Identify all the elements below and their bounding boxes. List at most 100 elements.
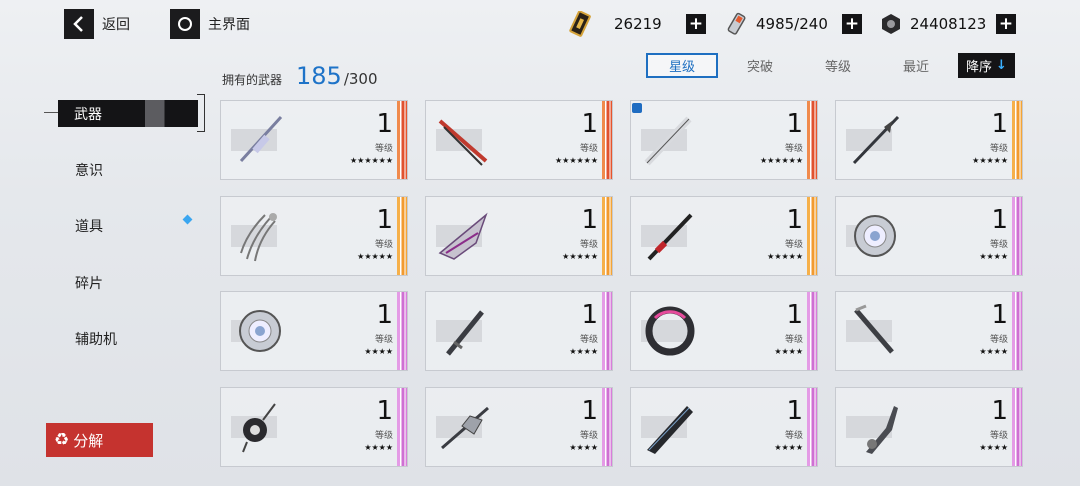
weapon-art-icon bbox=[242, 403, 276, 453]
weapon-level-label: 等级 bbox=[989, 240, 1008, 250]
sidebar-indicator-line bbox=[44, 112, 58, 113]
sidebar-item-fragments[interactable]: 碎片 bbox=[75, 273, 103, 293]
weapon-stars: ★★★★ bbox=[774, 347, 803, 356]
new-indicator-icon bbox=[182, 214, 193, 225]
back-label: 返回 bbox=[102, 17, 130, 33]
weapon-level: 1 bbox=[991, 109, 1008, 139]
coin-value: 24408123 bbox=[910, 15, 987, 33]
weapon-stars: ★★★★ bbox=[364, 443, 393, 452]
weapon-level: 1 bbox=[786, 396, 803, 426]
weapon-art-icon bbox=[441, 406, 489, 450]
weapon-stars: ★★★★★ bbox=[562, 252, 598, 261]
weapon-stars: ★★★★★★ bbox=[759, 156, 803, 165]
rarity-stripe bbox=[807, 101, 817, 179]
chevron-left-icon bbox=[64, 9, 94, 39]
weapon-level-label: 等级 bbox=[579, 144, 598, 154]
weapon-card[interactable]: 1 等级 ★★★★ bbox=[835, 387, 1023, 467]
weapon-card[interactable]: 1 等级 ★★★★★★ bbox=[425, 100, 613, 180]
weapon-level-label: 等级 bbox=[579, 431, 598, 441]
weapon-card[interactable]: 1 等级 ★★★★★★ bbox=[220, 100, 408, 180]
weapon-level-label: 等级 bbox=[374, 431, 393, 441]
home-ring-icon bbox=[170, 9, 200, 39]
owned-count: 185 bbox=[296, 62, 342, 90]
back-button[interactable]: 返回 bbox=[64, 9, 130, 39]
sidebar-active-bracket bbox=[197, 94, 205, 132]
weapon-level-label: 等级 bbox=[579, 240, 598, 250]
add-coin-button[interactable]: + bbox=[996, 14, 1016, 34]
weapon-art-icon bbox=[438, 119, 488, 166]
rarity-stripe bbox=[602, 197, 612, 275]
add-battery-button[interactable]: + bbox=[842, 14, 862, 34]
rarity-stripe bbox=[807, 388, 817, 466]
dismantle-button[interactable]: ♻ 分解 bbox=[46, 423, 153, 457]
weapon-card[interactable]: 1 等级 ★★★★ bbox=[835, 291, 1023, 371]
rarity-stripe bbox=[602, 101, 612, 179]
weapon-level-label: 等级 bbox=[374, 144, 393, 154]
rarity-stripe bbox=[602, 388, 612, 466]
weapon-card[interactable]: 1 等级 ★★★★ bbox=[220, 387, 408, 467]
battery-icon bbox=[724, 11, 750, 37]
weapon-card[interactable]: 1 等级 ★★★★★★ bbox=[630, 100, 818, 180]
rarity-stripe bbox=[807, 292, 817, 370]
weapon-card[interactable]: 1 等级 ★★★★★ bbox=[220, 196, 408, 276]
weapon-card[interactable]: 1 等级 ★★★★ bbox=[630, 387, 818, 467]
recycle-icon: ♻ bbox=[54, 430, 70, 450]
coin-icon bbox=[878, 11, 904, 37]
rarity-stripe bbox=[807, 197, 817, 275]
rarity-stripe bbox=[1012, 292, 1022, 370]
ticket-value: 26219 bbox=[614, 15, 662, 33]
weapon-art-icon bbox=[854, 304, 894, 354]
weapon-stars: ★★★★ bbox=[979, 443, 1008, 452]
sidebar-item-support[interactable]: 辅助机 bbox=[75, 329, 117, 349]
sort-tab-stars[interactable]: 星级 bbox=[646, 53, 718, 78]
rarity-stripe bbox=[397, 197, 407, 275]
weapon-level-label: 等级 bbox=[784, 431, 803, 441]
sort-order-button[interactable]: 降序 ↓ bbox=[958, 53, 1015, 78]
lock-icon bbox=[632, 103, 642, 113]
weapon-art-icon bbox=[854, 215, 896, 257]
rarity-stripe bbox=[1012, 197, 1022, 275]
weapon-card[interactable]: 1 等级 ★★★★ bbox=[425, 291, 613, 371]
sort-tab-breakthrough[interactable]: 突破 bbox=[724, 53, 796, 78]
sidebar-item-items[interactable]: 道具 bbox=[75, 216, 103, 236]
sort-order-label: 降序 bbox=[966, 60, 993, 75]
weapon-card[interactable]: 1 等级 ★★★★ bbox=[220, 291, 408, 371]
owned-count-display: 拥有的武器 185 /300 bbox=[222, 62, 378, 90]
weapon-card[interactable]: 1 等级 ★★★★★ bbox=[835, 100, 1023, 180]
home-button[interactable]: 主界面 bbox=[170, 9, 250, 39]
ticket-icon bbox=[568, 11, 594, 37]
sidebar-item-memory[interactable]: 意识 bbox=[75, 160, 103, 180]
weapon-level: 1 bbox=[991, 300, 1008, 330]
weapon-art-icon bbox=[239, 115, 283, 163]
weapon-level: 1 bbox=[991, 205, 1008, 235]
weapon-level: 1 bbox=[581, 396, 598, 426]
arrow-down-icon: ↓ bbox=[996, 58, 1007, 73]
weapon-level: 1 bbox=[991, 396, 1008, 426]
weapon-stars: ★★★★★ bbox=[972, 156, 1008, 165]
add-ticket-button[interactable]: + bbox=[686, 14, 706, 34]
weapon-stars: ★★★★ bbox=[569, 443, 598, 452]
weapon-card[interactable]: 1 等级 ★★★★★ bbox=[425, 196, 613, 276]
rarity-stripe bbox=[1012, 101, 1022, 179]
resource-battery: 4985/240 bbox=[724, 10, 828, 38]
weapon-level-label: 等级 bbox=[374, 240, 393, 250]
sort-tab-recent[interactable]: 最近 bbox=[880, 53, 952, 78]
rarity-stripe bbox=[397, 292, 407, 370]
sidebar-item-label: 武器 bbox=[74, 106, 102, 123]
dismantle-label: 分解 bbox=[73, 431, 104, 450]
weapon-card[interactable]: 1 等级 ★★★★★ bbox=[630, 196, 818, 276]
weapon-card[interactable]: 1 等级 ★★★★ bbox=[835, 196, 1023, 276]
weapon-stars: ★★★★★ bbox=[357, 252, 393, 261]
weapon-level: 1 bbox=[376, 300, 393, 330]
weapon-art-icon bbox=[446, 310, 484, 356]
weapon-stars: ★★★★★★ bbox=[554, 156, 598, 165]
weapon-art-icon bbox=[852, 115, 900, 165]
weapon-art-icon bbox=[647, 406, 693, 454]
weapon-stars: ★★★★★ bbox=[767, 252, 803, 261]
weapon-card[interactable]: 1 等级 ★★★★ bbox=[630, 291, 818, 371]
weapon-level: 1 bbox=[376, 396, 393, 426]
sidebar-item-weapons[interactable]: 武器 bbox=[58, 100, 198, 127]
weapon-art-icon bbox=[240, 213, 277, 262]
weapon-card[interactable]: 1 等级 ★★★★ bbox=[425, 387, 613, 467]
sort-tab-level[interactable]: 等级 bbox=[802, 53, 874, 78]
